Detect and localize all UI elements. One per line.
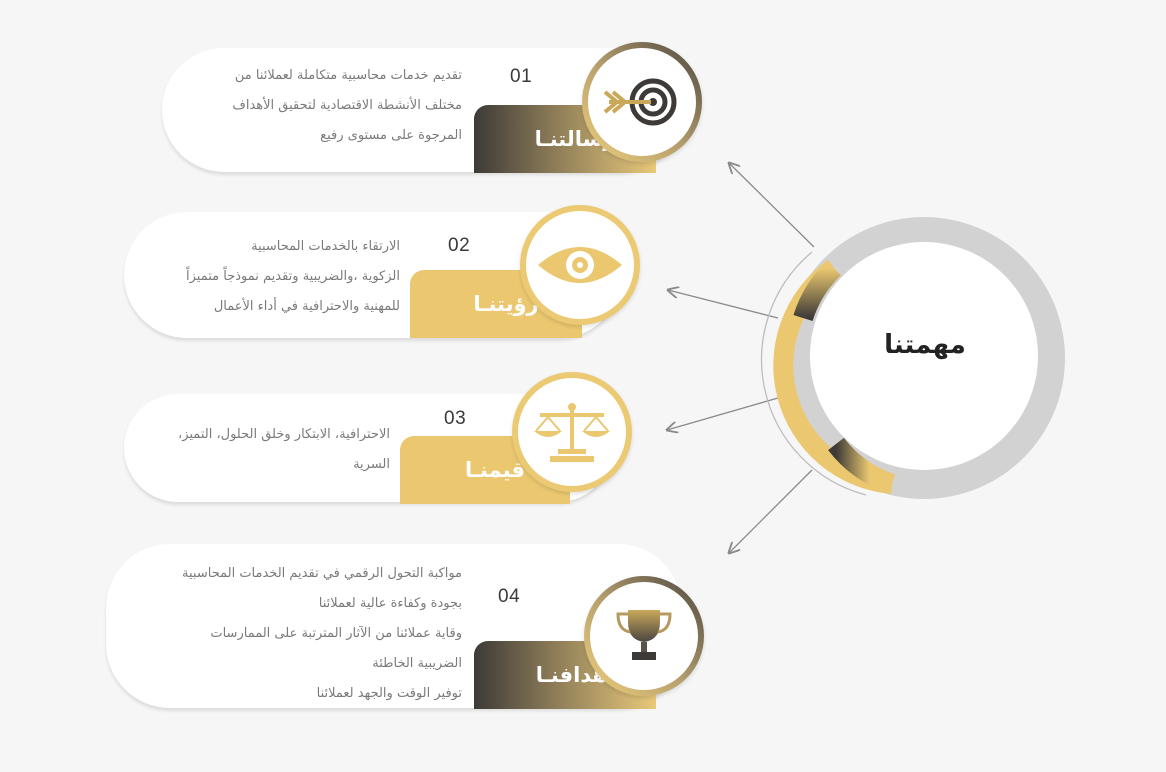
arrow-to-item-4: [729, 469, 813, 553]
arrow-to-item-1: [729, 163, 815, 248]
item-description: الاحترافية، الابتكار وخلق الحلول، التميز…: [178, 427, 390, 472]
item-icon-ring: [520, 205, 640, 325]
item-number: 01: [510, 66, 533, 87]
item-number: 03: [444, 408, 467, 429]
item-icon-ring: [584, 576, 704, 696]
item-icon-ring: [582, 42, 702, 162]
eye-icon: [538, 247, 622, 283]
arrow-to-item-3: [667, 397, 779, 430]
hub-title: مهمتنا: [884, 330, 966, 360]
item-title: قيمنـا: [464, 458, 526, 482]
trophy-icon: [616, 610, 672, 660]
item-number: 04: [498, 586, 521, 607]
item-number: 02: [448, 235, 471, 256]
item-description: مواكبة التحول الرقمي في تقديم الخدمات ال…: [182, 566, 462, 701]
scales-icon: [534, 403, 610, 462]
arrow-to-item-2: [668, 290, 779, 319]
item-icon-ring: [512, 372, 632, 492]
target-arrow-icon: [603, 78, 677, 126]
item-description: الارتقاء بالخدمات المحاسبية الزكوية ،وال…: [185, 239, 400, 314]
item-description: تقديم خدمات محاسبية متكاملة لعملائنا من …: [232, 68, 462, 143]
